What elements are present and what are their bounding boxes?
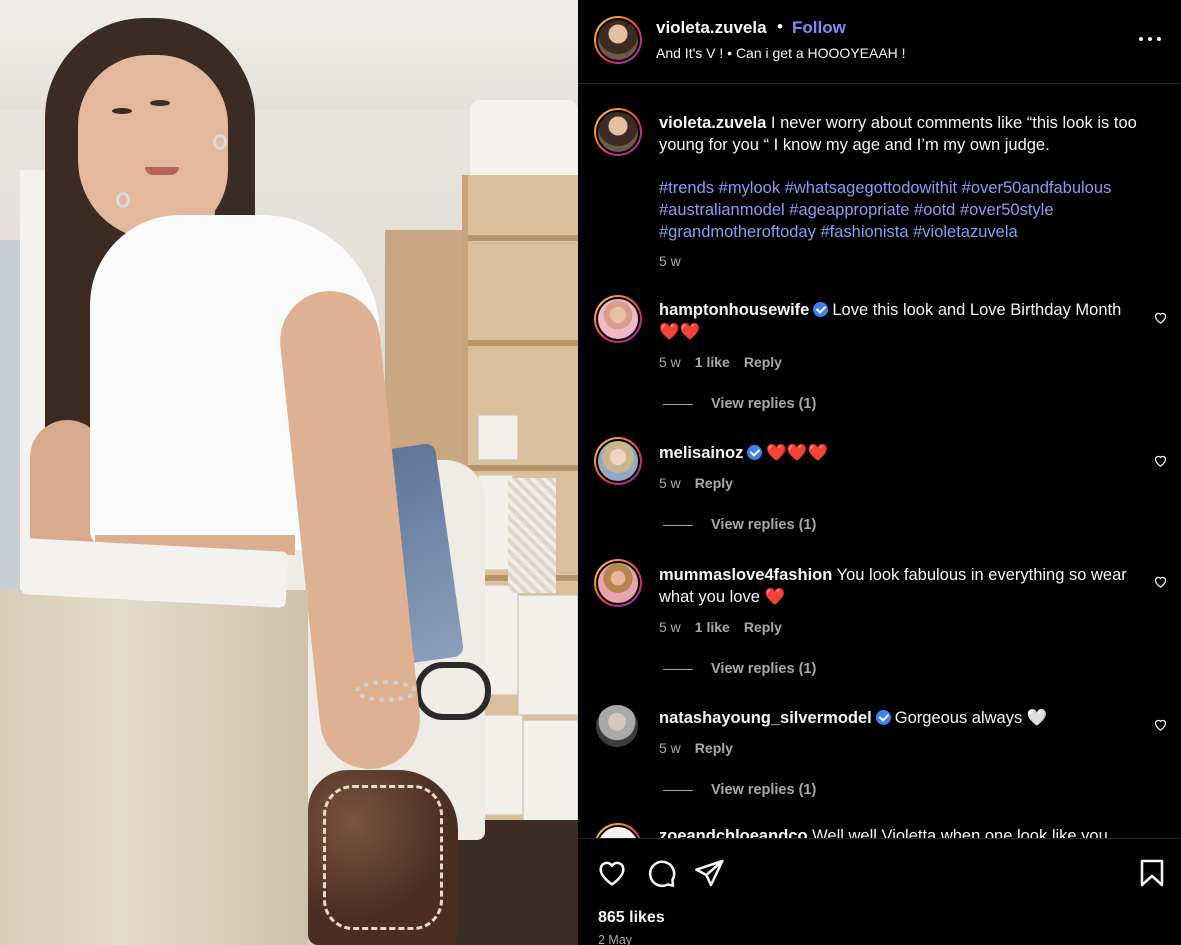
hashtag-link[interactable]: #australianmodel <box>659 201 785 219</box>
author-username[interactable]: violeta.zuvela <box>656 18 767 38</box>
view-replies-button[interactable]: View replies (1) <box>663 517 816 533</box>
caption-time: 5 w <box>659 253 681 269</box>
view-replies-button[interactable]: View replies (1) <box>663 661 816 677</box>
comment-like-heart-icon[interactable] <box>1153 453 1168 468</box>
hashtag-link[interactable]: #violetazuvela <box>913 223 1018 241</box>
likes-count[interactable]: 865 likes <box>598 909 665 927</box>
photo-face <box>78 55 228 240</box>
comment-text: mummaslove4fashion You look fabulous in … <box>659 564 1139 608</box>
comment-text: hamptonhousewife Love this look and Love … <box>659 299 1139 343</box>
comments-list[interactable]: violeta.zuvela I never worry about comme… <box>578 85 1181 838</box>
comment-username[interactable]: mummaslove4fashion <box>659 566 832 584</box>
comment-time: 5 w <box>659 354 681 370</box>
comment-time: 5 w <box>659 619 681 635</box>
reply-button[interactable]: Reply <box>744 354 782 370</box>
comment-like-heart-icon[interactable] <box>1153 717 1168 732</box>
photo-scarf <box>308 770 458 945</box>
comment-time: 5 w <box>659 740 681 756</box>
verified-badge-icon <box>813 302 829 317</box>
post-actions-footer: 865 likes 2 May <box>578 838 1181 945</box>
comment-avatar[interactable] <box>594 559 642 607</box>
hashtag-link[interactable]: #mylook <box>719 179 780 197</box>
comment-body: Gorgeous always 🤍 <box>894 709 1048 727</box>
comment-meta: 5 w Reply <box>659 740 733 756</box>
comment-like-heart-icon[interactable] <box>1153 574 1168 589</box>
view-replies-button[interactable]: View replies (1) <box>663 782 816 798</box>
comment-avatar[interactable] <box>596 705 638 747</box>
comment-body: Well well Violetta when one look like yo… <box>812 827 1108 838</box>
reply-button[interactable]: Reply <box>695 475 733 491</box>
view-replies-label: View replies (1) <box>711 782 817 798</box>
photo-bracelet <box>355 680 417 702</box>
verified-badge-icon <box>747 445 763 460</box>
post-date: 2 May <box>598 933 633 945</box>
comment-username[interactable]: zoeandchloeandco <box>659 827 808 838</box>
comment-username[interactable]: melisainoz <box>659 444 743 462</box>
comment-meta: 5 w 1 like Reply <box>659 619 782 635</box>
comment-icon[interactable] <box>645 857 677 889</box>
comment-like-heart-icon[interactable] <box>1153 310 1168 325</box>
comment-meta: 5 w Reply <box>659 475 733 491</box>
view-replies-label: View replies (1) <box>711 661 817 677</box>
follow-button[interactable]: Follow <box>792 18 846 38</box>
comment-body: ❤️❤️❤️ <box>766 444 829 462</box>
caption: violeta.zuvela I never worry about comme… <box>659 112 1164 156</box>
hashtag-link[interactable]: #fashionista <box>820 223 908 241</box>
photo-pants <box>0 590 308 945</box>
caption-hashtags: #trends #mylook #whatsagegottodowithit #… <box>659 177 1169 243</box>
hashtag-link[interactable]: #ageappropriate <box>789 201 909 219</box>
comment-text: zoeandchloeandco Well well Violetta when… <box>659 827 1108 838</box>
hashtag-link[interactable]: #grandmotheroftoday <box>659 223 816 241</box>
comment-time: 5 w <box>659 475 681 491</box>
hashtag-link[interactable]: #over50andfabulous <box>962 179 1112 197</box>
comment-avatar[interactable] <box>594 823 642 838</box>
photo-armrest <box>415 662 491 720</box>
reply-button[interactable]: Reply <box>695 740 733 756</box>
reply-button[interactable]: Reply <box>744 619 782 635</box>
author-subtitle: And It's V ! • Can i get a HOOOYEAAH ! <box>656 45 906 61</box>
photo-eye <box>150 100 170 106</box>
photo-earring <box>213 134 227 150</box>
heart-icon[interactable] <box>596 857 628 889</box>
comment-meta: 5 w 1 like Reply <box>659 354 782 370</box>
caption-username[interactable]: violeta.zuvela <box>659 114 766 132</box>
view-replies-label: View replies (1) <box>711 517 817 533</box>
hashtag-link[interactable]: #over50style <box>960 201 1054 219</box>
hashtag-link[interactable]: #ootd <box>914 201 955 219</box>
comment-text: melisainoz ❤️❤️❤️ <box>659 442 1139 464</box>
photo-earring <box>116 192 130 208</box>
comment-avatar[interactable] <box>594 437 642 485</box>
bookmark-icon[interactable] <box>1136 857 1168 889</box>
more-options-icon[interactable] <box>1138 28 1164 50</box>
photo-eye <box>112 108 132 114</box>
comment-likes[interactable]: 1 like <box>695 619 730 635</box>
comment-likes[interactable]: 1 like <box>695 354 730 370</box>
author-avatar[interactable] <box>594 16 642 64</box>
caption-avatar[interactable] <box>594 108 642 156</box>
share-icon[interactable] <box>693 857 725 889</box>
hashtag-link[interactable]: #whatsagegottodowithit <box>785 179 957 197</box>
comment-avatar[interactable] <box>594 295 642 343</box>
view-replies-button[interactable]: View replies (1) <box>663 396 816 412</box>
photo-basket <box>508 478 556 593</box>
photo-mouth <box>145 167 179 175</box>
photo-window <box>0 240 20 620</box>
post-side-panel: violeta.zuvela • Follow And It's V ! • C… <box>578 0 1181 945</box>
post-photo[interactable] <box>0 0 578 945</box>
verified-badge-icon <box>875 710 891 725</box>
comment-username[interactable]: hamptonhousewife <box>659 301 809 319</box>
hashtag-link[interactable]: #trends <box>659 179 714 197</box>
comment-text: natashayoung_silvermodel Gorgeous always … <box>659 707 1139 729</box>
view-replies-label: View replies (1) <box>711 396 817 412</box>
post-header: violeta.zuvela • Follow And It's V ! • C… <box>578 0 1181 84</box>
separator-dot: • <box>777 17 783 36</box>
comment-username[interactable]: natashayoung_silvermodel <box>659 709 872 727</box>
